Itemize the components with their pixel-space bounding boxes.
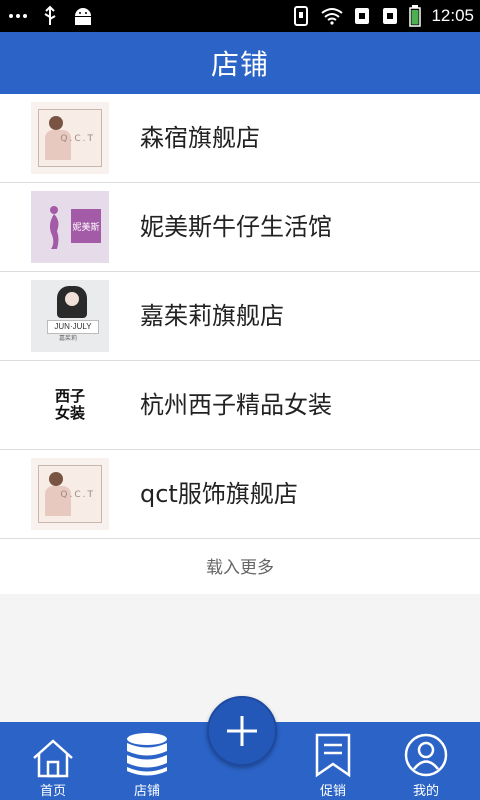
nav-promo[interactable]: 促销	[298, 722, 368, 800]
nav-home-label: 首页	[39, 784, 66, 799]
battery-icon	[409, 5, 422, 27]
wifi-icon	[321, 7, 344, 25]
load-more-button[interactable]: 载入更多	[0, 539, 480, 597]
android-icon	[72, 6, 94, 26]
nav-home[interactable]: 首页	[18, 722, 88, 800]
store-name: 森宿旗舰店	[140, 124, 260, 152]
store-thumbnail: Q.C.T	[31, 458, 109, 530]
sim1-icon	[353, 6, 371, 26]
store-name: 嘉茱莉旗舰店	[140, 302, 284, 330]
bookmark-icon	[314, 728, 352, 778]
woman-silhouette-icon	[49, 206, 59, 249]
store-logo-badge: 妮美斯	[71, 209, 101, 243]
store-row-3[interactable]: JUN·JULY 嘉茱莉 嘉茱莉旗舰店	[0, 272, 480, 361]
phone-icon	[293, 6, 311, 26]
store-row-2[interactable]: 妮美斯 妮美斯牛仔生活馆	[0, 183, 480, 272]
store-brand-text: JUN·JULY	[47, 320, 99, 334]
clock: 12:05	[431, 6, 474, 25]
store-name: qct服饰旗舰店	[140, 480, 298, 508]
plus-icon	[227, 716, 257, 746]
store-row-1[interactable]: Q.C.T 森宿旗舰店	[0, 94, 480, 183]
store-list: Q.C.T 森宿旗舰店 妮美斯 妮美斯牛仔生活馆 JUN·JULY 嘉茱莉 嘉茱…	[0, 94, 480, 597]
store-photo-image: Q.C.T	[38, 465, 102, 523]
home-icon	[31, 728, 75, 778]
database-icon	[125, 728, 169, 778]
more-dots-icon	[8, 13, 28, 19]
store-name: 妮美斯牛仔生活馆	[140, 213, 332, 241]
title-bar: 店铺	[0, 32, 480, 94]
usb-icon	[42, 5, 58, 27]
nav-mine[interactable]: 我的	[391, 722, 461, 800]
status-bar: 12:05	[0, 0, 480, 32]
user-icon	[403, 728, 449, 778]
add-button[interactable]	[207, 696, 277, 766]
store-row-4[interactable]: 西子 女装 杭州西子精品女装	[0, 361, 480, 450]
store-thumbnail: 西子 女装	[31, 369, 109, 441]
nav-promo-label: 促销	[319, 784, 346, 799]
store-thumbnail: JUN·JULY 嘉茱莉	[31, 280, 109, 352]
store-thumbnail: 妮美斯	[31, 191, 109, 263]
sim2-icon	[381, 6, 399, 26]
store-logo-line1: 西子	[54, 387, 85, 405]
store-brand-subtext: 嘉茱莉	[59, 335, 78, 342]
page-title: 店铺	[210, 48, 269, 81]
store-logo-line2: 女装	[54, 404, 85, 422]
store-photo-image: Q.C.T	[38, 109, 102, 167]
nav-mine-label: 我的	[412, 784, 439, 799]
nav-stores-label: 店铺	[133, 784, 160, 799]
nav-stores[interactable]: 店铺	[112, 722, 182, 800]
store-name: 杭州西子精品女装	[140, 391, 332, 419]
store-thumbnail: Q.C.T	[31, 102, 109, 174]
store-row-5[interactable]: Q.C.T qct服饰旗舰店	[0, 450, 480, 539]
